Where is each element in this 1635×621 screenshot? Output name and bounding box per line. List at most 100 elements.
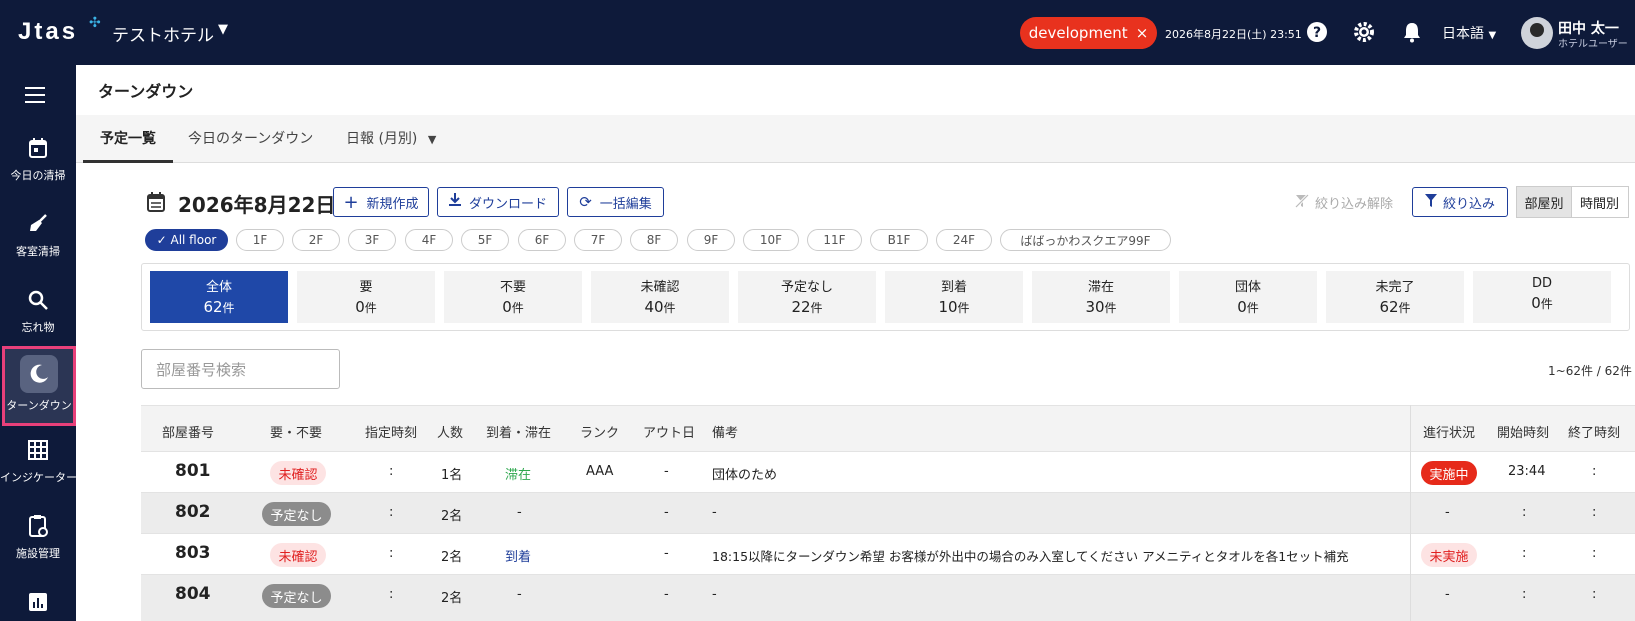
summary-card-incomplete[interactable]: 未完了 62件: [1326, 271, 1464, 323]
environment-badge[interactable]: development ×: [1020, 17, 1157, 49]
floor-chip[interactable]: B1F: [870, 229, 928, 251]
floor-chip[interactable]: 2F: [292, 229, 340, 251]
summary-card-stay[interactable]: 滞在 30件: [1032, 271, 1170, 323]
summary-unit: 件: [663, 301, 676, 315]
moon-icon: [20, 355, 58, 393]
filter-button[interactable]: 絞り込み: [1412, 187, 1508, 217]
app-logo[interactable]: Jtas: [18, 18, 78, 46]
summary-card-required[interactable]: 要 0件: [297, 271, 435, 323]
column-header[interactable]: ランク: [580, 422, 619, 441]
column-header[interactable]: 終了時刻: [1568, 422, 1620, 441]
start-time: :: [1522, 505, 1527, 520]
view-by-room-toggle[interactable]: 部屋別: [1516, 186, 1572, 218]
sidebar-item-label: 客室清掃: [16, 245, 60, 258]
end-time: :: [1592, 505, 1597, 520]
summary-unit: 件: [1398, 301, 1411, 315]
floor-chip[interactable]: 4F: [405, 229, 453, 251]
column-header[interactable]: 要・不要: [270, 422, 322, 441]
avatar[interactable]: [1521, 17, 1553, 49]
progress-status: -: [1445, 505, 1450, 520]
summary-card-all[interactable]: 全体 62件: [150, 271, 288, 323]
summary-card-no-plan[interactable]: 予定なし 22件: [738, 271, 876, 323]
floor-chip[interactable]: 10F: [743, 229, 799, 251]
floor-chip[interactable]: 6F: [518, 229, 566, 251]
sidebar-item-label: ターンダウン: [6, 399, 72, 412]
summary-card-group[interactable]: 団体 0件: [1179, 271, 1317, 323]
sidebar-item-turndown[interactable]: ターンダウン: [2, 346, 76, 426]
clear-filter-button[interactable]: 絞り込み解除: [1294, 193, 1393, 212]
sidebar-item-room-cleaning[interactable]: 客室清掃: [0, 201, 76, 279]
checkout-date: -: [664, 505, 669, 520]
floor-chip[interactable]: 24F: [936, 229, 992, 251]
menu-icon[interactable]: [25, 87, 45, 108]
clipboard-icon: [0, 511, 76, 541]
summary-card-dd[interactable]: DD 0件: [1473, 271, 1611, 323]
room-number: 801: [175, 461, 211, 481]
current-datetime: 2026年8月22日(土) 23:51: [1165, 28, 1302, 41]
summary-card-arrival[interactable]: 到着 10件: [885, 271, 1023, 323]
column-header[interactable]: 部屋番号: [162, 422, 214, 441]
floor-chip[interactable]: ばばっかわスクエア99F: [1000, 229, 1171, 251]
selected-date[interactable]: 2026年8月22日: [178, 189, 335, 218]
sidebar-item-label: 今日の清掃: [10, 169, 66, 182]
tab-daily-report[interactable]: 日報 (月別) ▼: [346, 128, 436, 148]
sidebar-item-reports[interactable]: [0, 579, 76, 621]
column-header[interactable]: アウト日: [643, 422, 695, 441]
tab-schedule-list[interactable]: 予定一覧: [100, 128, 156, 148]
need-badge: 予定なし: [262, 584, 331, 608]
column-header[interactable]: 進行状況: [1423, 422, 1475, 441]
summary-card-unconfirmed[interactable]: 未確認 40件: [591, 271, 729, 323]
need-badge: 予定なし: [262, 502, 331, 526]
sidebar-item-facility[interactable]: 施設管理: [0, 503, 76, 581]
summary-card-not-required[interactable]: 不要 0件: [444, 271, 582, 323]
tab-today-turndown[interactable]: 今日のターンダウン: [188, 128, 313, 148]
hotel-selector-label[interactable]: テストホテル: [112, 21, 214, 46]
floor-chip[interactable]: 1F: [236, 229, 284, 251]
specified-time: :: [389, 587, 394, 602]
column-header[interactable]: 人数: [437, 422, 463, 441]
checkout-date: -: [664, 464, 669, 479]
column-header[interactable]: 備考: [712, 422, 738, 441]
help-icon[interactable]: ?: [1305, 20, 1329, 44]
new-button-label: 新規作成: [366, 196, 419, 212]
guest-count: 2名: [441, 550, 463, 565]
summary-count: 62: [203, 298, 223, 316]
filter-off-icon: [1294, 193, 1310, 212]
sidebar-item-lost-items[interactable]: 忘れ物: [0, 277, 76, 355]
floor-chip[interactable]: 7F: [574, 229, 622, 251]
end-time: :: [1592, 546, 1597, 561]
new-button[interactable]: + 新規作成: [333, 187, 429, 217]
floor-chip[interactable]: 3F: [348, 229, 396, 251]
column-divider: [1410, 405, 1411, 621]
language-selector[interactable]: 日本語 ▼: [1442, 23, 1496, 43]
calendar-icon[interactable]: [146, 191, 166, 217]
bulk-edit-button[interactable]: ⟳ 一括編集: [567, 187, 664, 217]
sidebar-item-today-cleaning[interactable]: 今日の清掃: [0, 125, 76, 203]
column-header[interactable]: 指定時刻: [365, 422, 417, 441]
view-by-time-toggle[interactable]: 時間別: [1571, 186, 1629, 218]
floor-chip[interactable]: 9F: [687, 229, 735, 251]
summary-unit: 件: [222, 301, 235, 315]
gear-icon[interactable]: [1352, 20, 1376, 44]
room-search-input[interactable]: 部屋番号検索: [141, 349, 340, 389]
guest-count: 1名: [441, 468, 463, 483]
summary-label: 未完了: [1375, 280, 1415, 295]
floor-chip[interactable]: 11F: [807, 229, 862, 251]
note: -: [712, 505, 717, 520]
active-tab-indicator: [83, 160, 173, 163]
svg-text:?: ?: [1313, 25, 1321, 41]
floor-chip[interactable]: 5F: [461, 229, 509, 251]
close-icon[interactable]: ×: [1136, 24, 1149, 42]
summary-label: 到着: [940, 280, 967, 295]
sidebar-item-indicator[interactable]: インジケーター: [0, 427, 77, 505]
chevron-down-icon: ▼: [427, 133, 437, 146]
column-header[interactable]: 開始時刻: [1497, 422, 1549, 441]
floor-chip-all[interactable]: ✓ All floor: [145, 229, 228, 251]
column-header[interactable]: 到着・滞在: [486, 422, 551, 441]
chevron-down-icon[interactable]: ▼: [218, 22, 228, 37]
broom-icon: [0, 209, 76, 239]
download-button[interactable]: ダウンロード: [437, 187, 559, 217]
summary-count: 0: [502, 298, 512, 316]
floor-chip[interactable]: 8F: [630, 229, 678, 251]
bell-icon[interactable]: [1400, 20, 1424, 44]
